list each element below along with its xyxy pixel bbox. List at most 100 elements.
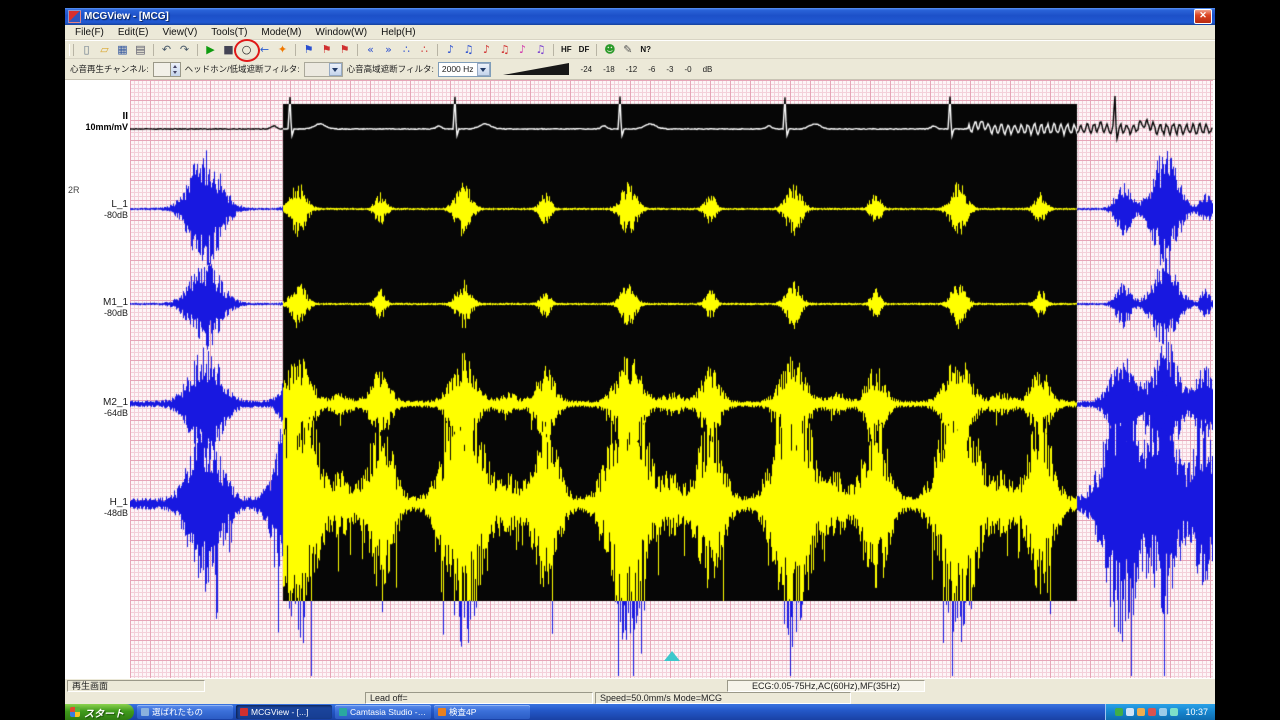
windows-logo-icon xyxy=(70,707,80,717)
zoom-icon[interactable]: ○ xyxy=(238,42,255,57)
print-icon[interactable]: ▤ xyxy=(132,42,149,57)
speed-mode-status: Speed=50.0mm/s Mode=MCG xyxy=(595,692,851,704)
stop-icon[interactable]: ■ xyxy=(220,42,237,57)
flag-blue-icon[interactable]: ⚑ xyxy=(300,42,317,57)
playback-status: 再生画面 xyxy=(67,680,205,692)
save-icon[interactable]: ▦ xyxy=(114,42,131,57)
volume-slider[interactable] xyxy=(503,63,569,75)
audio-controls-bar: 心音再生チャンネル: ヘッドホン/低域遮断フィルタ: 心音高域遮断フィルタ: 2… xyxy=(65,59,1215,80)
channel-name: M1_1 xyxy=(68,297,128,308)
status-bar-lower: Lead off= Speed=50.0mm/s Mode=MCG xyxy=(65,692,1215,704)
marker-icon[interactable]: ✦ xyxy=(274,42,291,57)
channel-label-L_1: L_1-80dB xyxy=(68,199,128,221)
channel-name: II xyxy=(68,111,128,122)
help-icon[interactable]: N? xyxy=(637,42,654,57)
prev-event-icon[interactable]: « xyxy=(362,42,379,57)
note-blue-icon[interactable]: ♪ xyxy=(442,42,459,57)
steps-red-icon[interactable]: ∴ xyxy=(416,42,433,57)
taskbar-task-2[interactable]: MCGView - [...] xyxy=(236,705,332,719)
note-purple-icon[interactable]: ♫ xyxy=(532,42,549,57)
tray-icon-3[interactable] xyxy=(1137,708,1145,716)
db-tick-2: -18 xyxy=(603,65,615,74)
menu-item-5[interactable]: Mode(M) xyxy=(254,27,308,38)
db-tick-1: -24 xyxy=(581,65,593,74)
taskbar-task-4[interactable]: 検査4P xyxy=(434,705,530,719)
playback-position-marker[interactable] xyxy=(664,651,680,661)
channel-scale: -80dB xyxy=(68,210,128,221)
highcut-filter-select[interactable]: 2000 Hz xyxy=(438,62,491,77)
play-channel-label: 心音再生チャンネル: xyxy=(70,63,149,75)
waveform-canvas[interactable] xyxy=(130,80,1213,678)
lowcut-filter-label: ヘッドホン/低域遮断フィルタ: xyxy=(185,63,300,75)
undo-icon[interactable]: ↶ xyxy=(158,42,175,57)
df-filter-button[interactable]: DF xyxy=(576,42,593,57)
channel-name: H_1 xyxy=(68,497,128,508)
channel-scale: -64dB xyxy=(68,408,128,419)
back-arrow-icon[interactable]: ← xyxy=(256,42,273,57)
menu-item-6[interactable]: Window(W) xyxy=(308,27,374,38)
task-icon xyxy=(240,708,248,716)
db-tick-4: -6 xyxy=(648,65,655,74)
next-event-icon[interactable]: » xyxy=(380,42,397,57)
flag-red-icon[interactable]: ⚑ xyxy=(318,42,335,57)
play-icon[interactable]: ▶ xyxy=(202,42,219,57)
clock: 10:37 xyxy=(1185,707,1208,717)
menu-item-7[interactable]: Help(H) xyxy=(374,27,422,38)
flag-red2-icon[interactable]: ⚑ xyxy=(336,42,353,57)
taskbar-task-3[interactable]: Camtasia Studio - 無... xyxy=(335,705,431,719)
taskbar-task-1[interactable]: 選ばれたもの xyxy=(137,705,233,719)
db-scale: -24-18-12-6-3-0dB xyxy=(581,65,713,74)
system-tray: 10:37 xyxy=(1105,704,1215,720)
chevron-down-icon xyxy=(329,63,342,76)
task-icon xyxy=(438,708,446,716)
tray-icon-4[interactable] xyxy=(1148,708,1156,716)
toolbar-icons: ▯▱▦▤↶↷▶■○←✦⚑⚑⚑«»∴∴♪♫♪♫♪♫HFDF☻✎N? xyxy=(78,42,654,57)
menu-item-2[interactable]: Edit(E) xyxy=(111,27,156,38)
note-magenta-icon[interactable]: ♪ xyxy=(514,42,531,57)
start-label: スタート xyxy=(84,705,124,720)
new-file-icon[interactable]: ▯ xyxy=(78,42,95,57)
application-window: MCGView - [MCG] ✕ File(F)Edit(E)View(V)T… xyxy=(65,8,1215,716)
channel-name: L_1 xyxy=(68,199,128,210)
draw-icon[interactable]: ✎ xyxy=(619,42,636,57)
tray-icons xyxy=(1115,708,1178,716)
note-blue2-icon[interactable]: ♫ xyxy=(460,42,477,57)
channel-label-II: II10mm/mV xyxy=(68,111,128,133)
tray-icon-1[interactable] xyxy=(1115,708,1123,716)
menu-bar: File(F)Edit(E)View(V)Tools(T)Mode(M)Wind… xyxy=(65,25,1215,40)
tray-icon-2[interactable] xyxy=(1126,708,1134,716)
task-icon xyxy=(141,708,149,716)
db-tick-5: -3 xyxy=(666,65,673,74)
channel-labels: 2R II10mm/mVL_1-80dBM1_1-80dBM2_1-64dBH_… xyxy=(65,80,130,678)
redo-icon[interactable]: ↷ xyxy=(176,42,193,57)
channel-scale: -80dB xyxy=(68,308,128,319)
title-bar: MCGView - [MCG] ✕ xyxy=(65,8,1215,25)
toolbar-separator xyxy=(553,44,554,56)
toolbar: ▯▱▦▤↶↷▶■○←✦⚑⚑⚑«»∴∴♪♫♪♫♪♫HFDF☻✎N? xyxy=(65,40,1215,59)
steps-blue-icon[interactable]: ∴ xyxy=(398,42,415,57)
note-red2-icon[interactable]: ♫ xyxy=(496,42,513,57)
menu-item-4[interactable]: Tools(T) xyxy=(204,27,254,38)
task-icon xyxy=(339,708,347,716)
menu-item-3[interactable]: View(V) xyxy=(155,27,204,38)
window-title: MCGView - [MCG] xyxy=(84,11,1191,22)
toolbar-separator xyxy=(197,44,198,56)
tray-icon-5[interactable] xyxy=(1159,708,1167,716)
status-bar-upper: 再生画面 ECG:0.05-75Hz,AC(60Hz),MF(35Hz) xyxy=(65,678,1215,692)
spinner-arrows-icon[interactable] xyxy=(170,63,180,76)
close-button[interactable]: ✕ xyxy=(1194,9,1212,24)
lead-indicator: 2R xyxy=(68,185,80,195)
user-icon[interactable]: ☻ xyxy=(601,42,618,57)
hf-filter-button[interactable]: HF xyxy=(558,42,575,57)
tray-icon-6[interactable] xyxy=(1170,708,1178,716)
toolbar-separator xyxy=(437,44,438,56)
start-button[interactable]: スタート xyxy=(65,704,134,720)
lowcut-filter-select[interactable] xyxy=(304,62,343,77)
task-label: MCGView - [...] xyxy=(251,707,308,717)
taskbar: スタート 選ばれたもの MCGView - [...] Camtasia Studi… xyxy=(65,704,1215,720)
play-channel-spinner[interactable] xyxy=(153,62,181,77)
toolbar-grip xyxy=(69,44,74,56)
open-folder-icon[interactable]: ▱ xyxy=(96,42,113,57)
note-red-icon[interactable]: ♪ xyxy=(478,42,495,57)
menu-item-1[interactable]: File(F) xyxy=(68,27,111,38)
